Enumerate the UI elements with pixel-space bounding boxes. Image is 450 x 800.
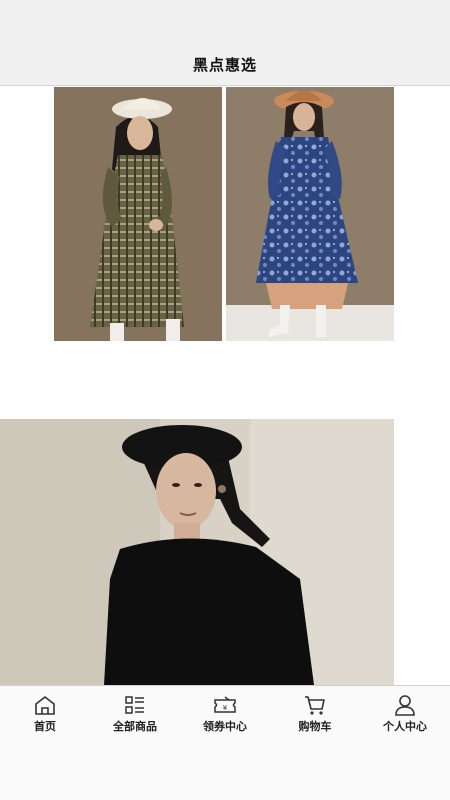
tab-coupon-center[interactable]: ¥ 领券中心 — [180, 694, 270, 740]
tab-cart[interactable]: 购物车 — [270, 694, 360, 740]
tab-home[interactable]: 首页 — [0, 694, 90, 740]
svg-text:¥: ¥ — [223, 704, 228, 712]
list-grid-icon — [125, 696, 144, 714]
home-icon — [35, 696, 55, 715]
product-image-blue-floral-dress[interactable] — [226, 87, 394, 341]
user-icon — [395, 695, 415, 716]
page-title: 黑点惠选 — [192, 56, 257, 74]
tab-all-products[interactable]: 全部商品 — [90, 694, 180, 740]
tab-all-products-label: 全部商品 — [113, 720, 157, 733]
tab-profile-label: 个人中心 — [383, 720, 427, 733]
bottom-tab-bar: 首页 全部商品 ¥ 领券中心 购物车 个人中心 — [0, 685, 450, 800]
tab-home-label: 首页 — [34, 720, 56, 733]
app-header: 黑点惠选 — [0, 0, 450, 86]
product-image-plaid-dress[interactable] — [54, 87, 222, 341]
coupon-icon: ¥ — [214, 696, 236, 713]
tab-profile[interactable]: 个人中心 — [360, 694, 450, 740]
tab-cart-label: 购物车 — [298, 720, 332, 733]
product-feed[interactable] — [0, 87, 450, 685]
cart-icon — [305, 696, 325, 715]
product-image-black-beret-outfit[interactable] — [0, 419, 394, 685]
tab-coupon-center-label: 领券中心 — [203, 720, 247, 733]
